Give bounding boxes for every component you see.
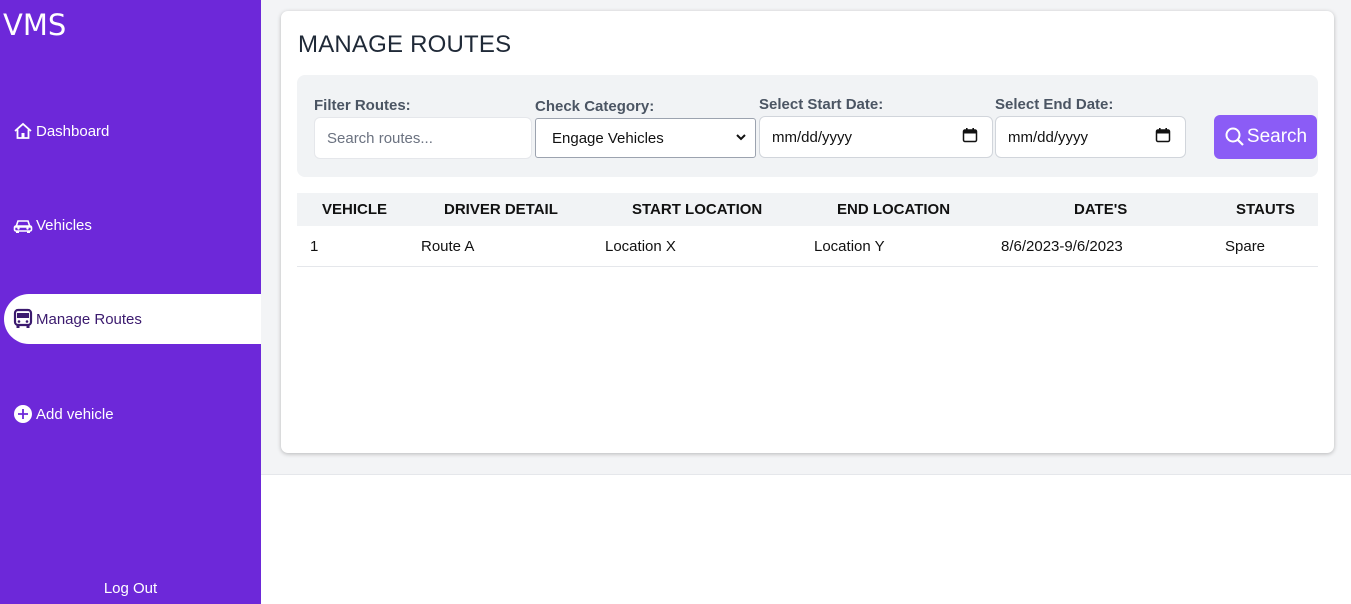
calendar-icon[interactable]	[1155, 127, 1171, 147]
filter-panel: Filter Routes: Search routes... Check Ca…	[297, 75, 1318, 177]
cell-dates: 8/6/2023-9/6/2023	[1001, 238, 1123, 255]
table-row[interactable]: 1 Route A Location X Location Y 8/6/2023…	[297, 226, 1318, 267]
logout-button[interactable]: Log Out	[0, 580, 261, 597]
column-header-status: STAUTS	[1236, 201, 1295, 218]
sidebar-item-label: Dashboard	[36, 122, 110, 140]
start-date-input[interactable]: mm/dd/yyyy	[759, 116, 993, 158]
sidebar-item-label: Vehicles	[36, 216, 92, 234]
home-icon	[12, 120, 34, 142]
sidebar-item-label: Add vehicle	[36, 405, 114, 423]
cell-end-location: Location Y	[814, 238, 885, 255]
filter-routes-label: Filter Routes:	[314, 97, 411, 114]
calendar-icon[interactable]	[962, 127, 978, 147]
sidebar-item-add-vehicle[interactable]: Add vehicle	[4, 389, 261, 439]
search-button[interactable]: Search	[1214, 115, 1317, 159]
category-select[interactable]: Engage Vehicles	[535, 118, 756, 158]
app-root: VMS Dashboard Vehicles Manage Routes Add…	[0, 0, 1351, 604]
end-date-label: Select End Date:	[995, 96, 1114, 113]
sidebar-item-dashboard[interactable]: Dashboard	[4, 106, 261, 156]
check-category-label: Check Category:	[535, 98, 655, 115]
cell-driver-detail: Route A	[421, 238, 475, 255]
cell-vehicle: 1	[310, 238, 319, 255]
column-header-end-location: END LOCATION	[837, 201, 951, 218]
chevron-down-icon	[735, 130, 747, 147]
column-header-driver-detail: DRIVER DETAIL	[444, 201, 558, 218]
column-header-start-location: START LOCATION	[632, 201, 763, 218]
table-header: VEHICLE DRIVER DETAIL START LOCATION END…	[297, 193, 1318, 226]
page-title: MANAGE ROUTES	[298, 31, 512, 58]
start-date-label: Select Start Date:	[759, 96, 884, 113]
search-routes-input[interactable]: Search routes...	[314, 117, 532, 159]
category-select-value: Engage Vehicles	[552, 129, 664, 147]
end-date-value: mm/dd/yyyy	[1008, 128, 1089, 146]
end-date-input[interactable]: mm/dd/yyyy	[995, 116, 1186, 158]
sidebar: VMS Dashboard Vehicles Manage Routes Add…	[0, 0, 261, 604]
car-icon	[12, 214, 34, 236]
search-button-label: Search	[1246, 126, 1308, 147]
column-header-vehicle: VEHICLE	[322, 201, 388, 218]
search-icon	[1224, 126, 1246, 148]
search-routes-placeholder: Search routes...	[327, 129, 433, 147]
sidebar-item-vehicles[interactable]: Vehicles	[4, 200, 261, 250]
cell-status: Spare	[1225, 238, 1266, 255]
bus-icon	[12, 308, 34, 330]
start-date-value: mm/dd/yyyy	[772, 128, 853, 146]
sidebar-item-label: Manage Routes	[36, 310, 142, 328]
sidebar-item-manage-routes[interactable]: Manage Routes	[4, 294, 261, 344]
column-header-dates: DATE'S	[1074, 201, 1128, 218]
cell-start-location: Location X	[605, 238, 676, 255]
routes-card: MANAGE ROUTES Filter Routes: Search rout…	[281, 11, 1334, 453]
brand-logo: VMS	[3, 8, 67, 42]
plus-circle-icon	[12, 403, 34, 425]
